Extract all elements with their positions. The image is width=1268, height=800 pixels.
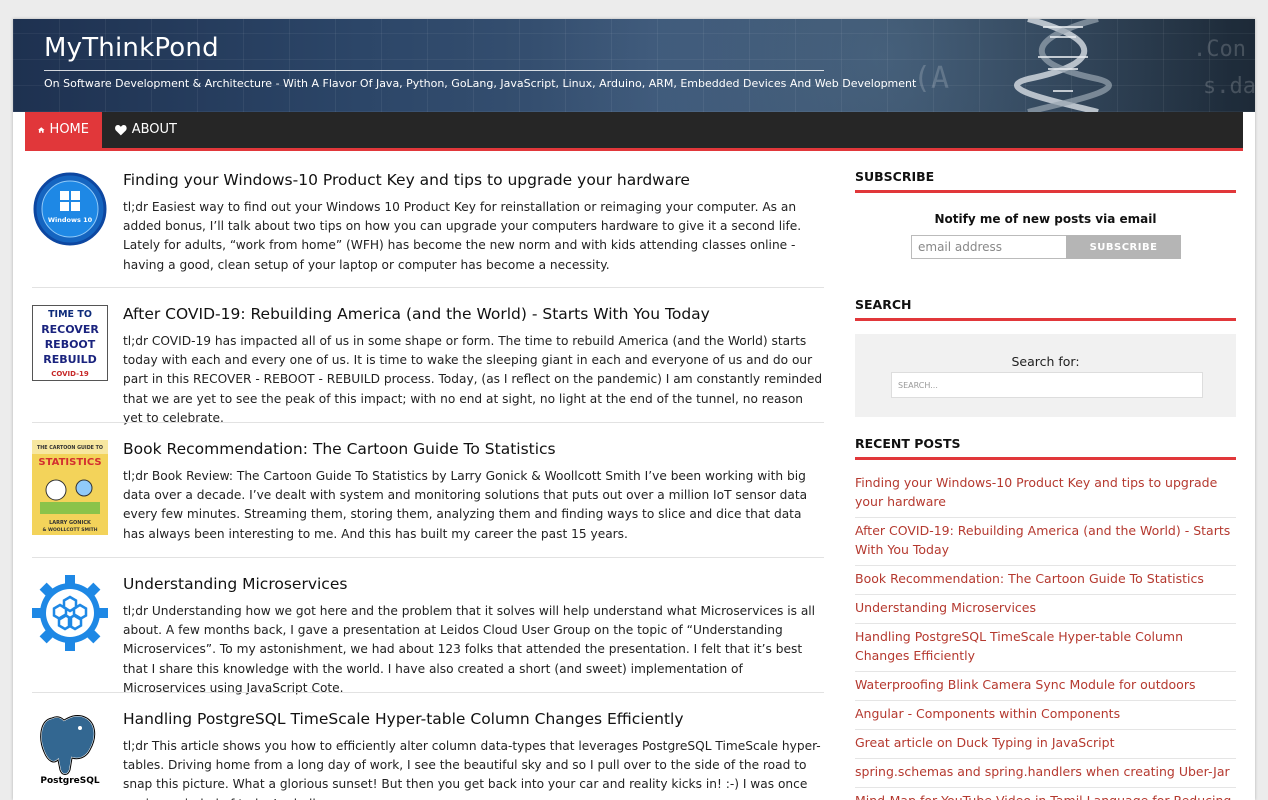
post-divider xyxy=(32,692,824,693)
post-title[interactable]: Understanding Microservices xyxy=(123,575,347,593)
header-decoration: s.da xyxy=(1203,74,1255,99)
thumb-text: TIME TO xyxy=(48,309,92,320)
recent-post-link[interactable]: Waterproofing Blink Camera Sync Module f… xyxy=(855,674,1236,701)
recent-post-link[interactable]: Great article on Duck Typing in JavaScri… xyxy=(855,732,1236,759)
post-item: PostgreSQL Handling PostgreSQL TimeScale… xyxy=(32,710,824,800)
post-title[interactable]: Book Recommendation: The Cartoon Guide T… xyxy=(123,440,556,458)
recent-post-link[interactable]: Finding your Windows-10 Product Key and … xyxy=(855,472,1236,518)
thumb-text: REBUILD xyxy=(43,353,97,366)
postgresql-elephant-logo-thumbnail[interactable]: PostgreSQL xyxy=(32,710,108,786)
post-item: TIME TO RECOVER REBOOT REBUILD COVID-19 … xyxy=(32,305,824,425)
main-navigation: HOME ABOUT xyxy=(25,112,1243,148)
post-divider xyxy=(32,557,824,558)
post-excerpt: tl;dr Understanding how we got here and … xyxy=(123,604,816,695)
thumb-text: RECOVER xyxy=(41,323,99,336)
page-container: .Con s.da (A MyThinkPond On Software Dev… xyxy=(13,19,1255,800)
search-input[interactable] xyxy=(891,372,1203,398)
dna-helix-graphic xyxy=(1014,19,1112,112)
post-excerpt: tl;dr This article shows you how to effi… xyxy=(123,739,821,800)
post-title[interactable]: Finding your Windows-10 Product Key and … xyxy=(123,171,690,189)
header-decoration: .Con xyxy=(1193,37,1246,62)
nav-item-home[interactable]: HOME xyxy=(25,112,102,148)
recent-post-link[interactable]: Understanding Microservices xyxy=(855,597,1236,624)
thumb-text: REBOOT xyxy=(45,338,96,351)
nav-item-about[interactable]: ABOUT xyxy=(102,112,190,148)
thumb-text: Windows 10 xyxy=(48,216,93,224)
subscribe-button[interactable]: SUBSCRIBE xyxy=(1066,235,1181,259)
search-widget: Search for: xyxy=(855,334,1236,417)
post-item: Windows 10 Finding your Windows-10 Produ… xyxy=(32,171,824,291)
post-divider xyxy=(32,422,824,423)
microservices-gear-icon[interactable] xyxy=(32,575,108,651)
post-title[interactable]: After COVID-19: Rebuilding America (and … xyxy=(123,305,710,323)
site-title[interactable]: MyThinkPond xyxy=(44,33,219,63)
post-item: Understanding Microservices tl;dr Unders… xyxy=(32,575,824,695)
thumb-text: THE CARTOON GUIDE TO xyxy=(37,445,103,451)
recent-post-link[interactable]: Book Recommendation: The Cartoon Guide T… xyxy=(855,568,1236,595)
nav-accent-bar xyxy=(25,148,1243,151)
thumb-text: STATISTICS xyxy=(38,457,101,468)
post-excerpt: tl;dr Book Review: The Cartoon Guide To … xyxy=(123,469,808,541)
subscribe-widget-title: SUBSCRIBE xyxy=(855,169,1236,193)
thumb-text: LARRY GONICK xyxy=(49,520,92,526)
post-divider xyxy=(32,287,824,288)
thumb-text: COVID-19 xyxy=(51,370,89,378)
search-widget-title: SEARCH xyxy=(855,297,1236,321)
thumb-text: PostgreSQL xyxy=(40,776,100,786)
thumb-text: & WOOLLCOTT SMITH xyxy=(42,527,97,533)
recent-post-link[interactable]: Handling PostgreSQL TimeScale Hyper-tabl… xyxy=(855,626,1236,672)
recent-post-link[interactable]: Angular - Components within Components xyxy=(855,703,1236,730)
subscribe-notify-text: Notify me of new posts via email xyxy=(934,212,1157,226)
recent-posts-widget-title: RECENT POSTS xyxy=(855,436,1236,460)
recent-post-link[interactable]: Mind-Map for YouTube Video in Tamil Lang… xyxy=(855,790,1236,800)
heart-icon xyxy=(115,125,127,136)
post-excerpt: tl;dr COVID-19 has impacted all of us in… xyxy=(123,334,823,425)
post-item: THE CARTOON GUIDE TO STATISTICS LARRY GO… xyxy=(32,440,824,560)
search-label: Search for: xyxy=(1011,354,1080,369)
covid-rebuild-thumbnail[interactable]: TIME TO RECOVER REBOOT REBUILD COVID-19 xyxy=(32,305,108,381)
email-address-input[interactable] xyxy=(911,235,1075,259)
windows-10-logo-thumbnail[interactable]: Windows 10 xyxy=(32,171,108,247)
home-icon xyxy=(38,127,45,133)
site-tagline: On Software Development & Architecture -… xyxy=(44,70,916,90)
nav-item-label: HOME xyxy=(49,122,89,137)
post-title[interactable]: Handling PostgreSQL TimeScale Hyper-tabl… xyxy=(123,710,684,728)
recent-post-link[interactable]: spring.schemas and spring.handlers when … xyxy=(855,761,1236,788)
cartoon-guide-book-cover-thumbnail[interactable]: THE CARTOON GUIDE TO STATISTICS LARRY GO… xyxy=(32,440,108,535)
recent-posts-list: Finding your Windows-10 Product Key and … xyxy=(855,472,1236,800)
header-decoration: (A xyxy=(913,61,950,96)
post-excerpt: tl;dr Easiest way to find out your Windo… xyxy=(123,200,802,272)
site-header-banner: .Con s.da (A MyThinkPond On Software Dev… xyxy=(13,19,1255,112)
recent-post-link[interactable]: After COVID-19: Rebuilding America (and … xyxy=(855,520,1236,566)
nav-item-label: ABOUT xyxy=(131,122,177,137)
